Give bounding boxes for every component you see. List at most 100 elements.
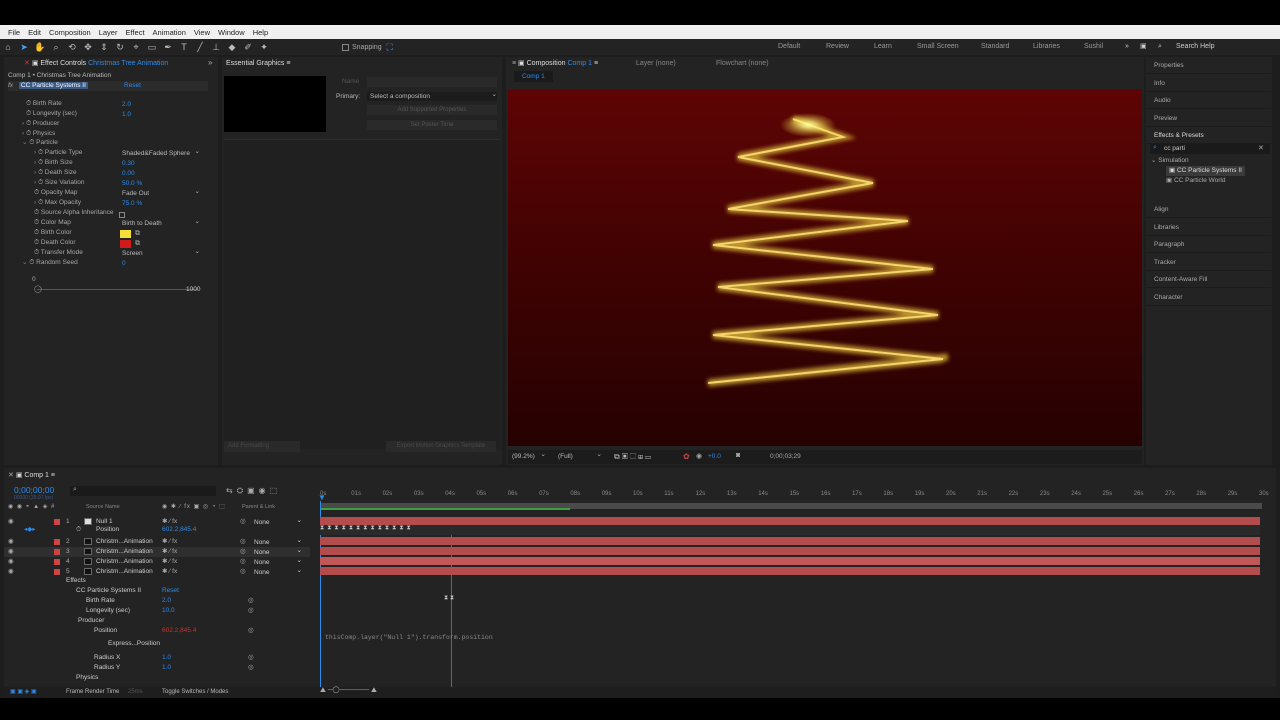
stopwatch-icon[interactable]: ⏱ xyxy=(38,159,43,166)
workspace-learn[interactable]: Learn xyxy=(874,39,892,55)
timeline-prop-radius-x[interactable]: Radius X xyxy=(94,653,120,663)
clone-stamp-icon[interactable]: ⊥ xyxy=(208,39,224,55)
primary-composition-dropdown[interactable]: Select a composition xyxy=(367,90,497,101)
type-tool-icon[interactable]: T xyxy=(176,39,192,55)
keyframe-nav-icons[interactable]: ◂◆▸ xyxy=(24,525,36,535)
eyedropper-icon[interactable]: ⧉ xyxy=(135,230,140,238)
panel-preview[interactable]: Preview xyxy=(1146,110,1271,127)
timeline-prop-cc-particle-systems-ii[interactable]: CC Particle Systems II xyxy=(76,586,141,596)
snapshot-camera-icon[interactable]: ◙ xyxy=(736,452,740,459)
timeline-tab[interactable]: ✕ ▣ Comp 1 ≡ xyxy=(8,469,55,482)
viewer-options-icons[interactable]: ⧉▣⬚⊞▭ xyxy=(614,452,653,462)
menu-view[interactable]: View xyxy=(194,28,210,37)
stopwatch-icon[interactable]: ⏱ xyxy=(29,139,34,146)
timeline-prop-position[interactable]: Position xyxy=(94,626,117,636)
panel-paragraph[interactable]: Paragraph xyxy=(1146,236,1271,253)
rectangle-tool-icon[interactable]: ▭ xyxy=(144,39,160,55)
menu-help[interactable]: Help xyxy=(253,28,268,37)
add-properties-button[interactable]: Add Supported Properties xyxy=(367,105,497,115)
label-color-swatch[interactable] xyxy=(54,539,60,545)
ec-row-birth-size[interactable]: › ⏱ Birth Size xyxy=(34,158,73,168)
pickwhip-icon[interactable]: ◎ xyxy=(240,567,246,577)
menu-edit[interactable]: Edit xyxy=(28,28,41,37)
expand-triangle-icon[interactable]: › xyxy=(34,199,36,206)
workspace-small-screen[interactable]: Small Screen xyxy=(917,39,959,55)
more-workspaces-icon[interactable]: » xyxy=(1125,39,1129,55)
ec-dropdown[interactable]: Screen xyxy=(122,247,200,258)
simulation-category[interactable]: ⌄ Simulation xyxy=(1151,156,1189,166)
layer-switches-icons[interactable]: ✱ ∕ fx xyxy=(162,557,177,567)
source-alpha-checkbox[interactable] xyxy=(119,212,125,220)
timeline-search-input[interactable]: ⌕ xyxy=(70,486,216,496)
ec-row-birth-color[interactable]: ⏱ Birth Color xyxy=(34,228,72,238)
layer-switches-icons[interactable]: ✱ ∕ fx xyxy=(162,537,177,547)
workspace-sushil[interactable]: Sushil xyxy=(1084,39,1103,55)
expand-triangle-icon[interactable]: › xyxy=(34,169,36,176)
timeline-prop-effects[interactable]: Effects xyxy=(66,576,86,586)
clear-search-icon[interactable]: ✕ xyxy=(1258,144,1264,152)
layer-row[interactable]: ◉ 2 Christm...Animation ✱ ∕ fx ◎ None xyxy=(4,536,310,547)
ec-value[interactable]: 2.0 xyxy=(122,100,131,110)
ec-value[interactable]: 50.0 % xyxy=(122,179,142,189)
stopwatch-icon[interactable]: ⏱ xyxy=(26,100,31,107)
stopwatch-icon[interactable]: ⏱ xyxy=(76,525,81,535)
panel-audio[interactable]: Audio xyxy=(1146,92,1271,109)
ec-row-birth-rate[interactable]: ⏱ Birth Rate xyxy=(26,99,62,109)
stopwatch-icon[interactable]: ⏱ xyxy=(26,120,31,127)
expand-triangle-icon[interactable]: › xyxy=(34,159,36,166)
panel-libraries[interactable]: Libraries xyxy=(1146,219,1271,236)
ec-row-max-opacity[interactable]: › ⏱ Max Opacity xyxy=(34,198,81,208)
layer-row[interactable]: ◉ 4 Christm...Animation ✱ ∕ fx ◎ None xyxy=(4,556,310,567)
panel-menu-icon[interactable]: ≡ xyxy=(286,60,290,67)
expression-text[interactable]: thisComp.layer("Null 1").transform.posit… xyxy=(325,634,493,641)
stopwatch-icon[interactable]: ⏱ xyxy=(34,229,39,236)
close-icon[interactable]: ≡ xyxy=(512,60,516,67)
timeline-prop-value[interactable]: 1.0 xyxy=(162,663,171,673)
effect-controls-tab[interactable]: ✕ ▣ Effect Controls Christmas Tree Anima… xyxy=(24,57,168,70)
home-icon[interactable]: ⌂ xyxy=(0,39,16,55)
effect-item-cc-particle-world[interactable]: ▣ CC Particle World xyxy=(1166,176,1225,186)
eyedropper-icon[interactable]: ⧉ xyxy=(135,240,140,248)
menu-composition[interactable]: Composition xyxy=(49,28,91,37)
composition-viewer[interactable] xyxy=(508,89,1142,446)
panel-tracker[interactable]: Tracker xyxy=(1146,254,1271,271)
track-layer-3[interactable] xyxy=(320,547,1260,555)
ec-row-random-seed[interactable]: ⌄ ⏱ Random Seed xyxy=(22,258,78,268)
timeline-prop-birth-rate[interactable]: Birth Rate xyxy=(86,596,115,606)
layer-switches-icons[interactable]: ✱ ∕ fx xyxy=(162,567,177,577)
ec-row-death-size[interactable]: › ⏱ Death Size xyxy=(34,168,77,178)
effect-header-row[interactable]: fx CC Particle Systems II Reset xyxy=(8,81,208,91)
panel-character[interactable]: Character xyxy=(1146,289,1271,306)
stopwatch-icon[interactable]: ⏱ xyxy=(26,110,31,117)
magnification-dropdown[interactable]: (99.2%) xyxy=(512,450,546,461)
pickwhip-icon[interactable]: ◎ xyxy=(248,606,254,616)
stopwatch-icon[interactable]: ⏱ xyxy=(26,130,31,137)
timeline-prop-value[interactable]: Reset xyxy=(162,586,179,596)
name-input[interactable] xyxy=(367,77,497,87)
parent-dropdown[interactable]: None xyxy=(254,566,302,577)
add-formatting-button[interactable]: Add Formatting xyxy=(224,441,300,452)
workspace-standard[interactable]: Standard xyxy=(981,39,1009,55)
set-poster-time-button[interactable]: Set Poster Time xyxy=(367,120,497,130)
timeline-prop-value[interactable]: 1.0 xyxy=(162,653,171,663)
pickwhip-icon[interactable]: ◎ xyxy=(240,547,246,557)
expand-triangle-icon[interactable]: › xyxy=(34,149,36,156)
exposure-icon[interactable]: ◉ xyxy=(696,452,702,460)
stopwatch-icon[interactable]: ⏱ xyxy=(34,209,39,216)
timeline-prop-longevity-sec-[interactable]: Longevity (sec) xyxy=(86,606,130,616)
expand-triangle-icon[interactable]: › xyxy=(34,179,36,186)
stopwatch-icon[interactable]: ⏱ xyxy=(34,249,39,256)
workspace-default[interactable]: Default xyxy=(778,39,800,55)
orbit-tool-icon[interactable]: ⟲ xyxy=(64,39,80,55)
pickwhip-icon[interactable]: ◎ xyxy=(248,596,254,606)
puppet-pin-icon[interactable]: ✦ xyxy=(256,39,272,55)
layer-row[interactable]: ◉ 3 Christm...Animation ✱ ∕ fx ◎ None xyxy=(4,546,310,557)
layer-tab[interactable]: Layer (none) xyxy=(636,57,676,70)
comp-subtab[interactable]: Comp 1 xyxy=(514,71,553,82)
menu-window[interactable]: Window xyxy=(218,28,245,37)
layer-row[interactable]: ◉ 5 Christm...Animation ✱ ∕ fx ◎ None xyxy=(4,566,310,577)
export-template-button[interactable]: Export Motion Graphics Template xyxy=(386,441,496,452)
label-color-swatch[interactable] xyxy=(54,569,60,575)
snap-options-icon[interactable]: ⛶ xyxy=(382,39,398,55)
expand-triangle-icon[interactable]: › xyxy=(22,130,24,137)
